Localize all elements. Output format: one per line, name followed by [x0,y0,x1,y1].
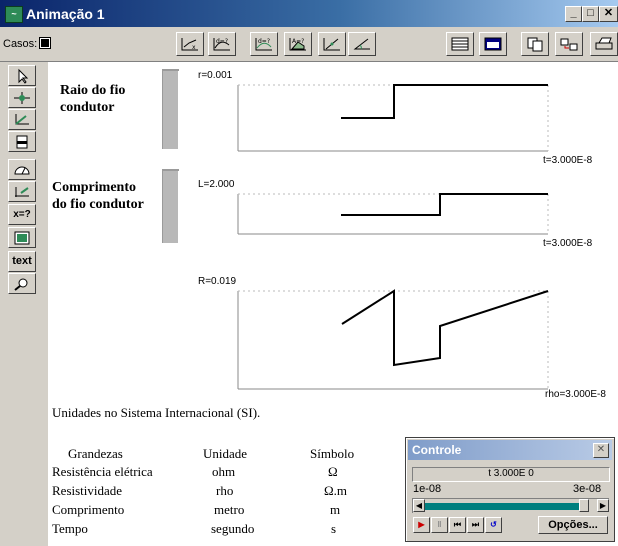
controle-close-button[interactable]: ✕ [593,443,609,458]
svg-text:d=?: d=? [258,38,270,45]
print-button[interactable] [590,32,618,56]
title-bar: ~ Animação 1 _ □ ✕ [0,0,618,27]
table-cell: segundo [211,521,255,536]
graph-xy-button[interactable]: x [176,32,204,56]
table-cell: Comprimento [52,502,125,517]
meter-tool-button[interactable] [8,159,36,180]
casos-label: Casos: [3,38,38,50]
text-tool-button[interactable]: text [8,251,36,272]
table-icon [451,37,469,51]
step-button[interactable]: ⏭ [467,517,484,533]
controle-time-display: t 3.000E 0 [412,467,610,482]
export-icon [560,38,578,51]
controle-title-bar[interactable]: Controle ✕ [408,440,612,460]
controle-window: Controle ✕ t 3.000E 0 1e-08 3e-08 ◀ ▶ ▶ … [405,437,615,542]
image-icon [14,231,30,245]
units-note: Unidades no Sistema Internacional (SI). [52,405,261,420]
area-icon: A=? [289,38,306,51]
zoom-tool-button[interactable] [8,273,36,294]
graph-derivative-button[interactable]: d=? [208,32,236,56]
svg-text:A=?: A=? [292,38,304,45]
image-tool-button[interactable] [8,227,36,248]
ruler-icon [15,187,29,197]
maximize-button[interactable]: □ [582,6,599,22]
graph-angle-button[interactable] [348,32,376,56]
graph-xy-icon: x [181,38,198,51]
tool-palette: x=? text [0,62,49,546]
graphs-svg [237,84,549,390]
window-title: Animação 1 [26,6,105,22]
svg-text:d=?: d=? [216,38,228,45]
slider-right-arrow-icon[interactable]: ▶ [597,499,609,512]
time-slider-fill [425,503,579,510]
cursor-icon [18,68,29,84]
casos-dropdown-icon[interactable] [39,37,52,49]
time-slider[interactable]: ◀ ▶ [412,498,609,513]
variable-tool-button[interactable]: x=? [8,204,36,225]
svg-text:x: x [192,44,196,51]
graph1-curve [341,84,548,119]
close-button[interactable]: ✕ [599,6,618,22]
table-cell: rho [216,483,234,498]
graph-tangent-button[interactable] [318,32,346,56]
casos-selector[interactable]: Casos: [3,37,52,50]
window-view-button[interactable] [479,32,507,56]
table-cell: Resistência elétrica [52,464,153,479]
vector-tool-button[interactable] [8,109,36,130]
copy-button[interactable] [521,32,549,56]
angle-icon [353,38,370,50]
rewind-button[interactable]: ⏮ [449,517,466,533]
graph3-curve [341,289,549,367]
table-cell: metro [214,502,245,517]
minimize-button[interactable]: _ [565,6,582,22]
copy-icon [527,37,543,52]
table-cell: Ω [328,464,338,479]
select-tool-button[interactable] [8,65,36,86]
printer-icon [595,37,613,50]
pause-button[interactable]: ‖ [431,517,448,533]
table-view-button[interactable] [446,32,474,56]
play-button[interactable]: ▶ [413,517,430,533]
graph-area-button[interactable]: A=? [284,32,312,56]
time-slider-thumb[interactable] [578,499,589,512]
bar-tool-button[interactable] [8,131,36,152]
opcoes-button[interactable]: Opções... [538,516,608,534]
slider-left-arrow-icon[interactable]: ◀ [413,499,425,512]
ruler-tool-button[interactable] [8,181,36,202]
table-cell: m [330,502,341,517]
second-derivative-icon: d=? [255,38,272,51]
toolbar: Casos: x d=? d=? A=? [0,27,618,62]
app-icon[interactable]: ~ [5,6,23,23]
controle-range-max: 3e-08 [573,483,602,495]
point-icon [14,92,30,104]
graph2-curve [341,193,548,216]
loop-button[interactable]: ↺ [485,517,502,533]
tangent-icon [323,38,340,51]
table-header-simbolo: Símbolo [310,446,355,461]
window-icon [484,37,502,51]
table-cell: Resistividade [52,483,123,498]
magnifier-icon [14,278,28,291]
point-tool-button[interactable] [8,87,36,108]
export-button[interactable] [555,32,583,56]
gauge-icon [14,166,30,175]
controle-range-min: 1e-08 [413,483,442,495]
table-cell: Tempo [52,521,88,536]
table-cell: s [331,521,337,536]
table-cell: ohm [212,464,236,479]
derivative-icon: d=? [213,38,230,51]
table-header-grandezas: Grandezas [68,446,123,461]
table-cell: Ω.m [324,483,348,498]
graph-d2-button[interactable]: d=? [250,32,278,56]
vector-icon [15,114,29,125]
controle-title: Controle [412,443,462,457]
table-header-unidade: Unidade [203,446,248,461]
bar-meter-icon [16,135,28,149]
